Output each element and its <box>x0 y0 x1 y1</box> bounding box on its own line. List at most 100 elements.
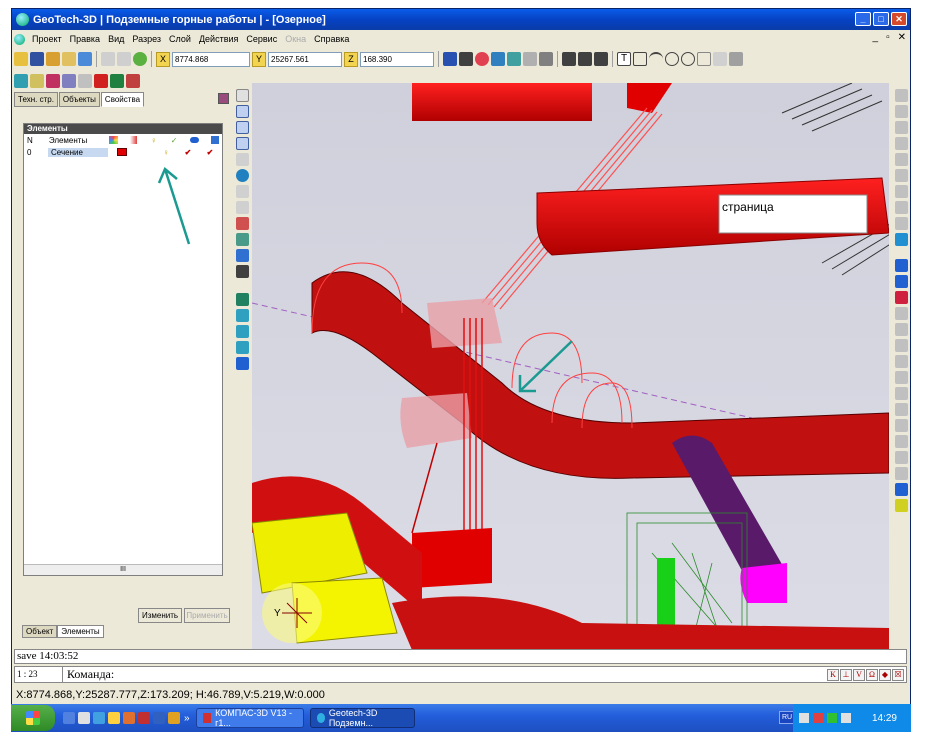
menu-service[interactable]: Сервис <box>242 34 281 44</box>
select-poly-icon[interactable] <box>235 121 249 134</box>
select-arrow-icon[interactable] <box>235 89 249 102</box>
ellipse-tool-icon[interactable] <box>681 52 695 66</box>
menu-project[interactable]: Проект <box>28 34 66 44</box>
clock[interactable]: 14:29 <box>872 713 897 724</box>
menu-section[interactable]: Разрез <box>128 34 165 44</box>
acrobat-icon[interactable] <box>138 712 150 724</box>
tool-icon-6[interactable] <box>894 169 908 182</box>
change-button[interactable]: Изменить <box>138 608 182 623</box>
y-coordinate-input[interactable] <box>268 51 342 67</box>
tool-icon-2[interactable] <box>894 105 908 118</box>
measure-icon[interactable] <box>578 52 592 66</box>
menu-layer[interactable]: Слой <box>165 34 195 44</box>
gradient-icon[interactable] <box>126 136 140 144</box>
start-button[interactable] <box>11 705 55 731</box>
media-icon[interactable] <box>153 712 165 724</box>
volume-icon[interactable] <box>894 435 908 448</box>
redo-icon[interactable] <box>117 52 131 66</box>
ie-icon[interactable] <box>63 712 75 724</box>
lightbulb-icon[interactable]: ♀ <box>147 136 161 145</box>
mdi-minimize-icon[interactable]: _ <box>873 32 879 43</box>
pan-icon[interactable] <box>235 217 249 230</box>
tab-object[interactable]: Объект <box>22 625 58 638</box>
cmd-k-button[interactable]: K <box>827 668 839 681</box>
tray-update-icon[interactable] <box>827 713 837 723</box>
tray-volume-icon[interactable] <box>841 713 851 723</box>
tray-network-icon[interactable] <box>799 713 809 723</box>
tab-properties[interactable]: Свойства <box>100 92 145 107</box>
fan-icon[interactable] <box>62 74 76 88</box>
circle-tool-icon[interactable] <box>665 52 679 66</box>
polyline-icon[interactable] <box>562 52 576 66</box>
globe-icon[interactable] <box>894 233 908 246</box>
view-cube-icon[interactable] <box>894 259 908 272</box>
merge-icon[interactable] <box>894 323 908 336</box>
cmd-diamond-button[interactable]: ◆ <box>879 668 891 681</box>
apply-button[interactable]: Применить <box>184 608 230 623</box>
delete-cube-icon[interactable] <box>894 291 908 304</box>
cmd-perp-button[interactable]: ⊥ <box>840 668 852 681</box>
cross-icon[interactable] <box>459 52 473 66</box>
paste-icon[interactable] <box>62 52 76 66</box>
tool-icon-8[interactable] <box>894 201 908 214</box>
hand-icon[interactable] <box>78 74 92 88</box>
mesh-icon[interactable] <box>539 52 553 66</box>
report-icon[interactable] <box>894 467 908 480</box>
profile-icon[interactable] <box>894 403 908 416</box>
mdi-close-icon[interactable]: ✕ <box>898 32 906 43</box>
palette-icon[interactable] <box>106 136 120 144</box>
task-geotech[interactable]: Geotech-3D Подземн... <box>309 708 415 728</box>
solid-view-icon[interactable] <box>235 357 249 370</box>
tool-icon-1[interactable] <box>894 89 908 102</box>
star-icon[interactable] <box>894 499 908 512</box>
task-kompas[interactable]: КОМПАС-3D V13 - г1... <box>195 708 304 728</box>
z-coordinate-input[interactable] <box>360 51 434 67</box>
axis-icon[interactable] <box>235 249 249 262</box>
solid-icon[interactable] <box>46 74 60 88</box>
undo-icon[interactable] <box>101 52 115 66</box>
pin-icon[interactable] <box>218 93 229 104</box>
rectangle-tool-icon[interactable] <box>633 52 647 66</box>
cross-section-icon[interactable] <box>894 387 908 400</box>
text-tool-icon[interactable]: T <box>617 52 631 66</box>
snap-icon[interactable] <box>235 185 249 198</box>
layers-icon[interactable] <box>491 52 505 66</box>
menu-windows[interactable]: Окна <box>281 34 310 44</box>
offset-icon[interactable] <box>894 371 908 384</box>
node-icon[interactable] <box>235 153 249 166</box>
3d-viewport[interactable]: страница Y <box>252 83 889 650</box>
tab-tech[interactable]: Техн. стр. <box>14 92 58 107</box>
marker-icon[interactable] <box>94 74 108 88</box>
archive-icon[interactable] <box>168 712 180 724</box>
stack-icon[interactable] <box>235 293 249 306</box>
wire-cube-icon[interactable] <box>894 275 908 288</box>
checkmark-header-icon[interactable]: ✓ <box>167 136 181 145</box>
row-visible-check-icon[interactable]: ✔ <box>180 148 196 157</box>
tool-icon-3[interactable] <box>894 121 908 134</box>
rotate-icon[interactable] <box>235 169 249 182</box>
extend-icon[interactable] <box>894 339 908 352</box>
expand-chevron-icon[interactable]: » <box>184 713 190 724</box>
map-icon[interactable] <box>235 233 249 246</box>
table-row[interactable]: 0 Сечение ♀ ✔ ✔ <box>24 146 222 158</box>
target-icon[interactable] <box>475 52 489 66</box>
menu-help[interactable]: Справка <box>310 34 353 44</box>
row-lightbulb-icon[interactable]: ♀ <box>158 148 174 157</box>
tray-antivirus-icon[interactable] <box>813 713 823 723</box>
display-icon[interactable] <box>187 137 201 143</box>
book-icon[interactable] <box>110 74 124 88</box>
split-icon[interactable] <box>894 307 908 320</box>
arc-tool-icon[interactable] <box>649 52 663 66</box>
tab-objects[interactable]: Объекты <box>58 92 100 107</box>
select-box-icon[interactable] <box>235 105 249 118</box>
trim-icon[interactable] <box>894 355 908 368</box>
explorer-icon[interactable] <box>78 712 90 724</box>
angle-icon[interactable] <box>594 52 608 66</box>
box-icon[interactable] <box>235 325 249 338</box>
maximize-button[interactable]: □ <box>873 12 889 26</box>
link-icon[interactable] <box>713 52 727 66</box>
zoom-icon[interactable] <box>235 201 249 214</box>
save-icon[interactable] <box>30 52 44 66</box>
prism-icon[interactable] <box>235 341 249 354</box>
menu-actions[interactable]: Действия <box>195 34 242 44</box>
